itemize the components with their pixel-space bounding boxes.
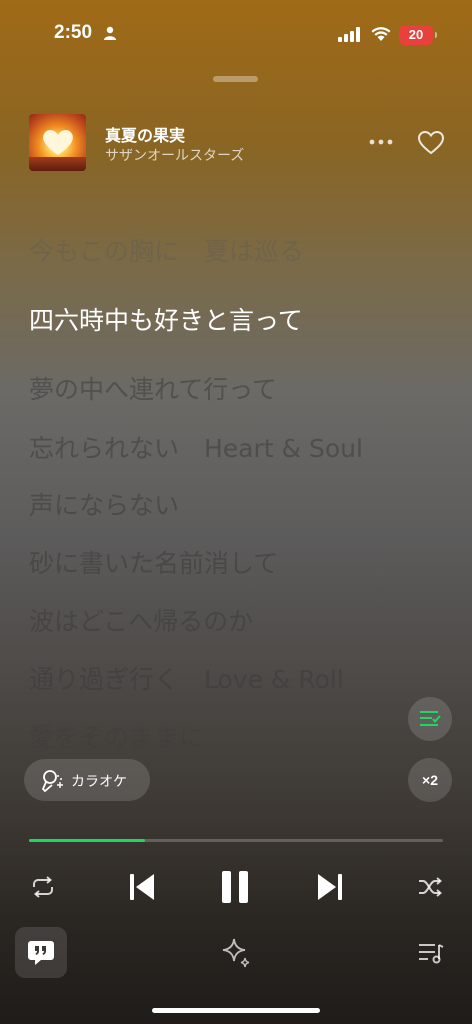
more-options-icon[interactable] bbox=[369, 138, 393, 146]
sparkle-icon[interactable] bbox=[221, 938, 251, 968]
karaoke-button[interactable]: カラオケ bbox=[24, 759, 150, 801]
status-time: 2:50 bbox=[54, 22, 93, 43]
lyric-line[interactable]: 砂に書いた名前消して bbox=[29, 544, 278, 580]
album-art[interactable] bbox=[29, 114, 86, 171]
karaoke-mic-icon bbox=[41, 770, 63, 793]
cellular-signal-icon bbox=[338, 27, 360, 42]
lyrics-panel[interactable]: 今もこの胸に 夏は巡る 四六時中も好きと言って 夢の中へ連れて行って 忘れられな… bbox=[29, 226, 459, 748]
home-indicator[interactable] bbox=[152, 1008, 320, 1013]
person-icon bbox=[104, 26, 116, 40]
lyric-line[interactable]: 通り過ぎ行く Love & Roll bbox=[29, 660, 344, 696]
progress-fill bbox=[29, 839, 145, 842]
lyric-line[interactable]: 夢の中へ連れて行って bbox=[29, 370, 277, 406]
pause-icon[interactable] bbox=[220, 870, 250, 904]
repeat-icon[interactable] bbox=[31, 876, 55, 898]
heart-icon[interactable] bbox=[418, 131, 444, 155]
progress-bar[interactable] bbox=[29, 839, 443, 842]
lyrics-button[interactable] bbox=[15, 927, 67, 978]
now-playing-header: 真夏の果実 サザンオールスターズ bbox=[29, 114, 449, 174]
shuffle-icon[interactable] bbox=[418, 876, 442, 898]
sheet-drag-handle[interactable] bbox=[213, 76, 258, 82]
lyrics-list-button[interactable] bbox=[408, 697, 452, 741]
queue-icon[interactable] bbox=[418, 941, 444, 965]
next-track-icon[interactable] bbox=[316, 872, 344, 902]
playback-speed-button[interactable]: ×2 bbox=[408, 758, 452, 802]
lyric-line[interactable]: 今もこの胸に 夏は巡る bbox=[29, 232, 304, 268]
lyrics-quote-icon bbox=[28, 941, 54, 965]
karaoke-label: カラオケ bbox=[71, 774, 127, 790]
lyric-line[interactable]: 波はどこへ帰るのか bbox=[29, 602, 253, 638]
status-bar: 2:50 20 bbox=[0, 0, 472, 70]
lyric-line[interactable]: 忘れられない Heart & Soul bbox=[29, 429, 363, 465]
lyrics-list-icon bbox=[420, 711, 441, 726]
lyric-line[interactable]: 声にならない bbox=[29, 486, 179, 522]
wifi-icon bbox=[371, 27, 391, 41]
lyric-line[interactable]: 愛をそのままに bbox=[29, 718, 204, 748]
artist-name[interactable]: サザンオールスターズ bbox=[105, 145, 244, 165]
previous-track-icon[interactable] bbox=[128, 872, 156, 902]
lyric-line-current[interactable]: 四六時中も好きと言って bbox=[29, 301, 303, 337]
battery-indicator: 20 bbox=[399, 25, 437, 45]
song-title[interactable]: 真夏の果実 bbox=[105, 122, 185, 146]
